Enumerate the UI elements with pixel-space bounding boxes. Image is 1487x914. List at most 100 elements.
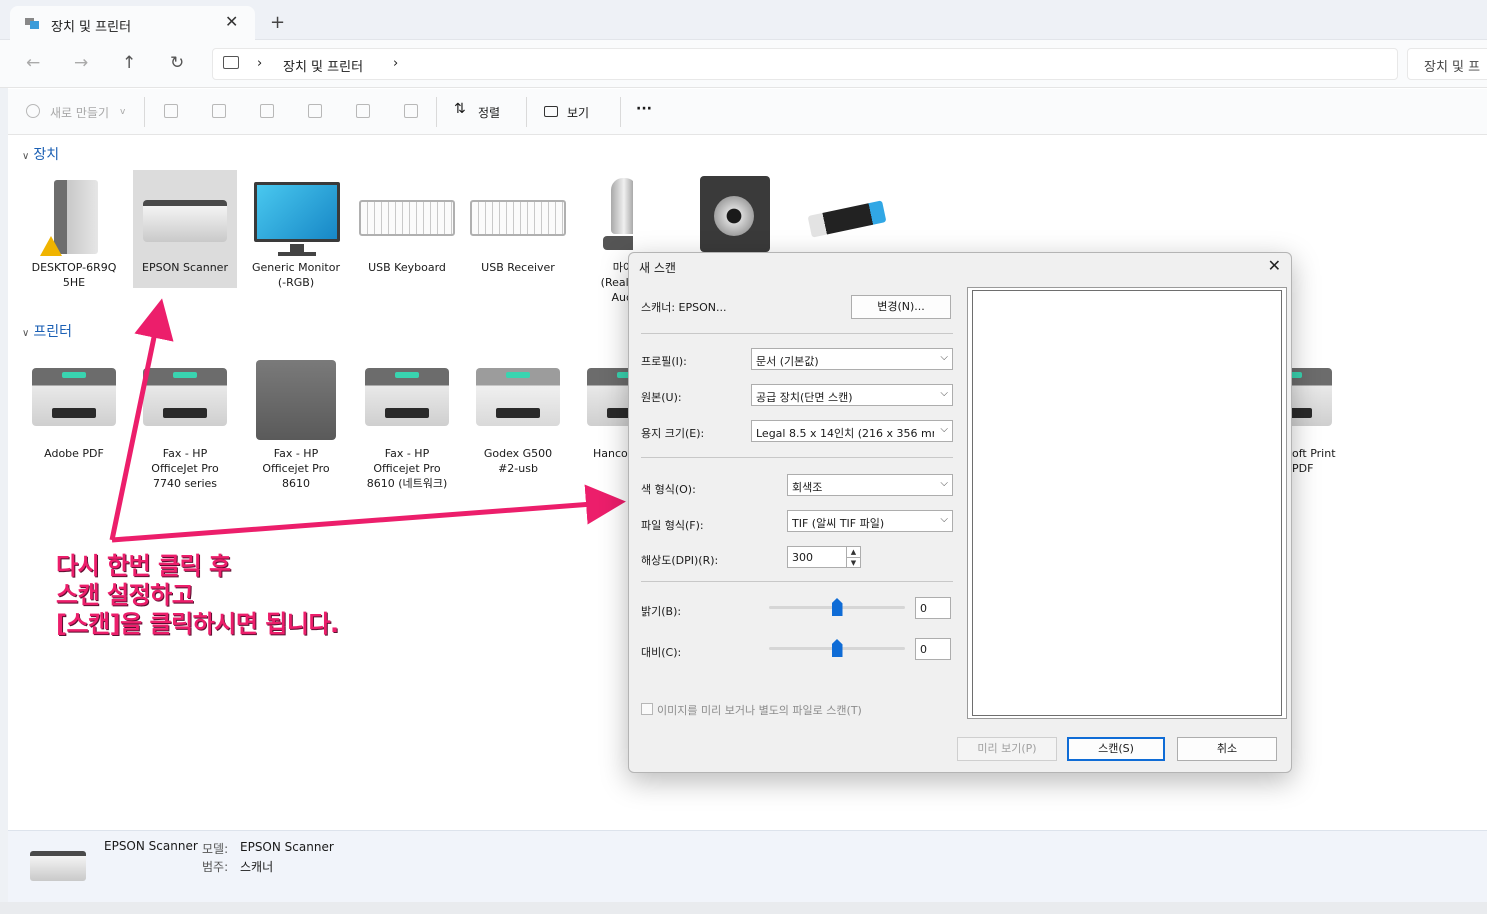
tab-close-icon[interactable]: ✕ [225,12,238,31]
view-icon [544,106,558,117]
preview-separate-checkbox[interactable] [641,703,653,715]
device-usb-keyboard[interactable]: USB Keyboard [355,170,459,275]
source-select[interactable]: 공급 장치(단면 스캔) ⌵ [751,384,953,406]
profile-value: 문서 (기본값) [756,355,819,368]
scan-preview-area [967,287,1287,719]
new-tab-button[interactable]: + [270,12,285,33]
printer-icon [133,356,237,446]
delete-icon[interactable] [404,104,418,118]
printer-label: Officejet Pro [373,462,441,475]
copy-icon[interactable] [212,104,226,118]
resolution-value: 300 [792,551,813,564]
resolution-input[interactable]: 300 ▲ ▼ [787,546,861,568]
breadcrumb-separator-end[interactable]: › [393,56,398,71]
refresh-icon[interactable]: ↻ [170,53,184,73]
scanner-icon [133,170,237,260]
color-format-select[interactable]: 회색조 ⌵ [787,474,953,496]
contrast-value: 0 [920,643,927,656]
profile-select[interactable]: 문서 (기본값) ⌵ [751,348,953,370]
file-type-select[interactable]: TIF (알씨 TIF 파일) ⌵ [787,510,953,532]
printer-icon [466,356,570,446]
printer-label: 8610 [282,477,310,490]
device-microphone[interactable]: 마이 (Realt Aud [577,170,633,305]
preview-button[interactable]: 미리 보기(P) [957,737,1057,761]
view-button[interactable]: 보기 [567,104,589,121]
contrast-label: 대비(C): [641,646,682,659]
printer-label: OfficeJet Pro [151,462,219,475]
warning-icon [40,236,62,256]
device-label: (-RGB) [277,276,315,289]
spin-down-icon[interactable]: ▼ [846,557,860,567]
cancel-button[interactable]: 취소 [1177,737,1277,761]
printer-label: Fax - HP [162,447,208,460]
printer-fax-hp-8610[interactable]: Fax - HP Officejet Pro 8610 [244,356,348,491]
details-category-label: 범주: [202,860,229,874]
section-printers[interactable]: ∨ 프린터 [22,321,72,341]
device-desktop[interactable]: DESKTOP-6R9Q 5HE [22,170,126,290]
breadcrumb-separator: › [257,56,263,71]
search-input[interactable]: 장치 및 프 [1407,48,1487,80]
printer-label: Godex G500 [483,447,553,460]
scan-button[interactable]: 스캔(S) [1067,737,1165,761]
share-icon[interactable] [356,104,370,118]
device-label: (Realt [600,276,633,289]
devices-printers-icon [25,18,39,29]
sort-icon: ⇅ [454,101,466,117]
printer-label: oft Print [1292,447,1336,460]
brightness-value-input[interactable]: 0 [915,597,951,619]
device-usb-receiver[interactable]: USB Receiver [466,170,570,275]
device-usb-drive[interactable] [799,170,903,260]
back-arrow-icon[interactable]: ← [26,53,40,73]
device-epson-scanner[interactable]: EPSON Scanner [133,170,237,288]
printer-icon [244,356,348,446]
new-scan-dialog: 새 스캔 ✕ 스캐너: EPSON... 변경(N)... 프로필(I): 문서… [628,252,1292,773]
forward-arrow-icon[interactable]: → [74,53,88,73]
section-printers-label: 프린터 [33,324,72,340]
printer-label: Adobe PDF [44,447,104,460]
cut-icon[interactable] [164,104,178,118]
preview-frame [972,290,1282,716]
printer-label: PDF [1292,462,1314,475]
change-scanner-button[interactable]: 변경(N)... [851,295,951,319]
sort-button[interactable]: 정렬 [478,104,500,121]
paste-icon[interactable] [260,104,274,118]
contrast-slider[interactable] [769,637,905,659]
dialog-close-icon[interactable]: ✕ [1268,256,1281,275]
printer-label: Fax - HP [273,447,319,460]
color-format-value: 회색조 [792,481,823,494]
preview-separate-label: 이미지를 미리 보거나 별도의 파일로 스캔(T) [657,704,862,717]
section-devices[interactable]: ∨ 장치 [22,144,59,164]
printer-godex-g500[interactable]: Godex G500 #2-usb [466,356,570,476]
brightness-slider[interactable] [769,596,905,618]
address-bar[interactable]: › 장치 및 프린터 › [212,48,1398,80]
device-generic-monitor[interactable]: Generic Monitor (-RGB) [244,170,348,290]
printer-adobe-pdf[interactable]: Adobe PDF [22,356,126,461]
paper-size-select[interactable]: Legal 8.5 x 14인치 (216 x 356 mm) ⌵ [751,420,953,442]
scanner-thumbnail-icon [30,851,86,881]
contrast-value-input[interactable]: 0 [915,638,951,660]
slider-thumb[interactable] [831,598,843,616]
left-border [0,88,8,902]
device-label: DESKTOP-6R9Q [31,261,117,274]
divider [641,581,953,582]
up-arrow-icon[interactable]: ↑ [122,53,136,73]
chevron-down-icon: ⌵ [940,514,948,525]
new-button[interactable]: 새로 만들기 [50,104,109,121]
printer-icon [355,356,459,446]
breadcrumb-devices-printers[interactable]: 장치 및 프린터 [283,56,363,75]
scanner-label: 스캐너: EPSON... [641,301,727,314]
rename-icon[interactable] [308,104,322,118]
printer-fax-hp-8610-network[interactable]: Fax - HP Officejet Pro 8610 (네트워크) [355,356,459,491]
tab-devices-printers[interactable]: 장치 및 프린터 ✕ [10,6,255,40]
slider-thumb[interactable] [831,639,843,657]
printer-hancom[interactable]: Hanco [577,356,629,461]
spin-up-icon[interactable]: ▲ [846,547,860,557]
printer-microsoft-print-pdf[interactable]: oft Print PDF [1288,356,1348,476]
device-label: Aud [611,291,633,304]
details-device-name: EPSON Scanner [104,839,198,853]
printer-fax-hp-7740[interactable]: Fax - HP OfficeJet Pro 7740 series [133,356,237,491]
more-options-icon[interactable]: ··· [636,101,652,117]
navigation-bar: ← → ↑ ↻ › 장치 및 프린터 › 장치 및 프 [0,40,1487,88]
device-speaker[interactable] [688,170,792,260]
chevron-down-icon: ∨ [22,328,30,339]
